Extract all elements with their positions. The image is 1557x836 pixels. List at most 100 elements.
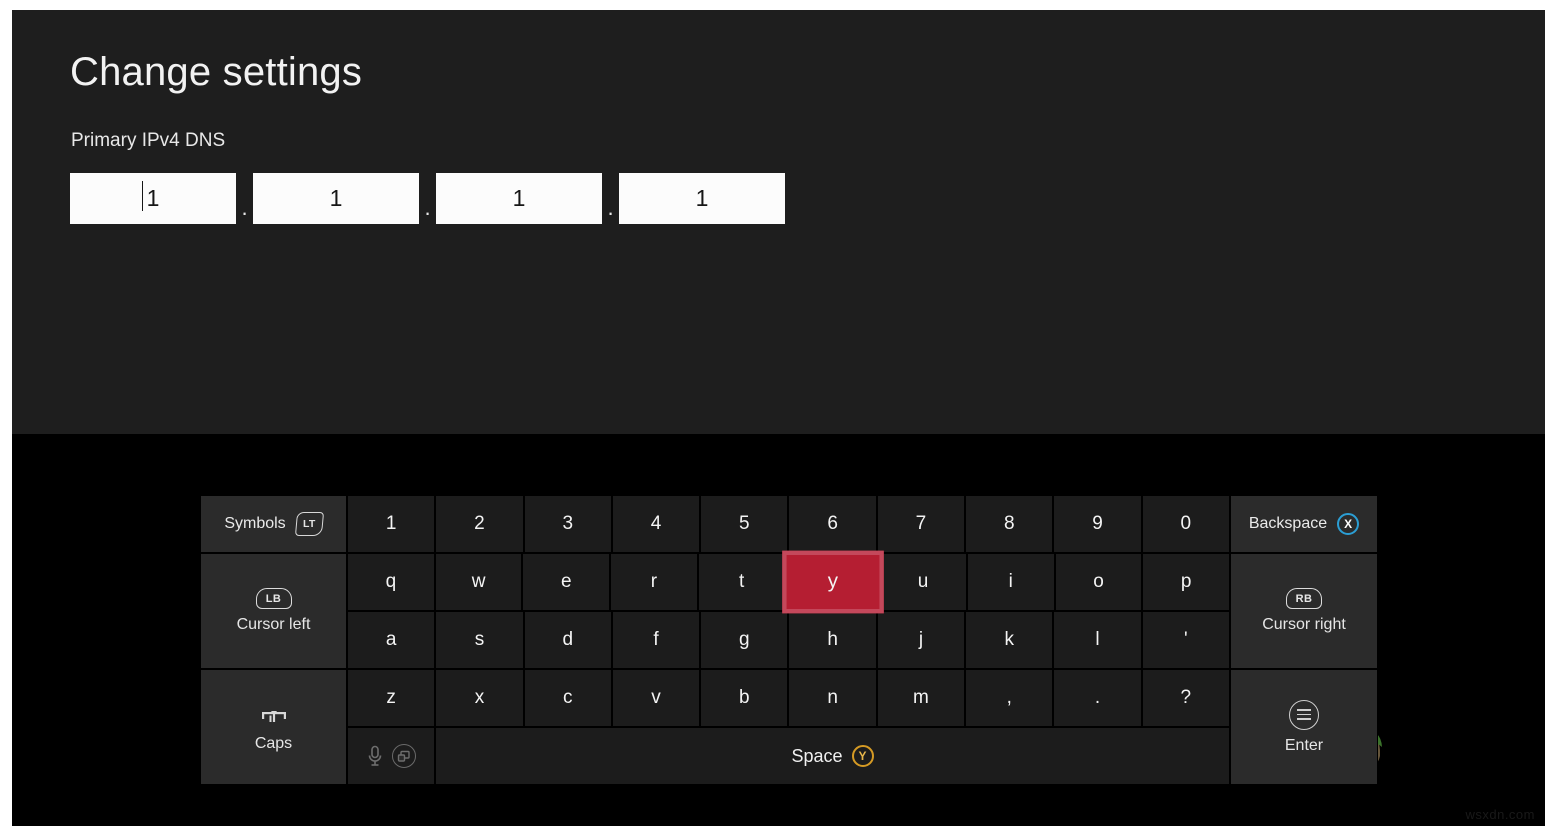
keyboard-right-column: Backspace X RB Cursor right Enter [1230,495,1378,785]
right-bumper-icon: RB [1286,588,1322,609]
caps-lock-icon [261,702,286,722]
key-z[interactable]: z [347,669,436,727]
ipv4-separator-2: . [424,194,431,220]
dictation-key[interactable] [347,727,435,785]
key-q[interactable]: q [347,553,435,611]
key-3[interactable]: 3 [523,495,612,553]
change-settings-panel: Change settings Primary IPv4 DNS 1 . 1 .… [12,10,1545,434]
key-7[interactable]: 7 [876,495,966,553]
virtual-keyboard-region: wsxdn.com Symbols LT LB Cursor left Caps… [12,434,1545,826]
view-button-glyph [397,750,410,762]
y-button-glyph: Y [858,749,867,763]
key-y[interactable]: y [781,550,883,614]
caps-label: Caps [254,734,293,752]
ipv4-octet-value-1: 1 [141,181,160,211]
enter-label: Enter [1284,736,1324,754]
keyboard-left-column: Symbols LT LB Cursor left Caps [200,495,347,785]
key-v[interactable]: v [611,669,701,727]
symbols-label: Symbols [224,515,286,532]
xbox-settings-screen: Change settings Primary IPv4 DNS 1 . 1 .… [0,0,1557,836]
key-question[interactable]: ? [1141,669,1230,727]
view-button-icon [391,744,416,768]
key-9[interactable]: 9 [1053,495,1142,553]
key-8[interactable]: 8 [965,495,1054,553]
caps-key[interactable]: Caps [200,669,347,785]
keyboard-row-numbers: 1 2 3 4 5 6 7 8 9 0 [347,495,1230,553]
key-a[interactable]: a [347,611,436,669]
enter-key[interactable]: Enter [1230,669,1378,785]
key-s[interactable]: s [435,611,524,669]
ipv4-octet-input-2[interactable]: 1 [253,173,419,224]
key-h[interactable]: h [788,611,877,669]
on-screen-keyboard: Symbols LT LB Cursor left Caps 1 2 3 4 5… [200,495,1378,785]
page-title: Change settings [70,50,363,94]
left-trigger-glyph: LT [302,518,316,530]
space-label: Space [791,745,843,766]
key-d[interactable]: d [523,611,612,669]
ipv4-separator-1: . [241,194,248,220]
cursor-right-key[interactable]: RB Cursor right [1230,553,1378,669]
key-b[interactable]: b [700,669,789,727]
key-x[interactable]: x [435,669,524,727]
key-0[interactable]: 0 [1141,495,1230,553]
key-j[interactable]: j [876,611,966,669]
key-g[interactable]: g [700,611,789,669]
key-k[interactable]: k [965,611,1054,669]
primary-ipv4-dns-label: Primary IPv4 DNS [71,130,226,151]
keyboard-row-qwerty: q w e r t y u i o p [347,550,1231,614]
symbols-key[interactable]: Symbols LT [200,495,347,553]
x-button-icon: X [1337,513,1360,535]
ipv4-octet-input-1[interactable]: 1 [70,173,236,224]
keyboard-center-column: 1 2 3 4 5 6 7 8 9 0 q w e r t y u i o p … [347,495,1231,785]
cursor-right-label: Cursor right [1262,616,1346,633]
cursor-left-key[interactable]: LB Cursor left [200,553,347,669]
key-u[interactable]: u [879,553,967,611]
key-comma[interactable]: , [965,669,1054,727]
ipv4-octet-input-3[interactable]: 1 [436,173,602,224]
key-n[interactable]: n [788,669,877,727]
keyboard-row-home: a s d f g h j k l ' [347,611,1230,669]
key-r[interactable]: r [610,553,698,611]
key-4[interactable]: 4 [611,495,701,553]
left-bumper-icon: LB [255,588,292,609]
key-c[interactable]: c [523,669,612,727]
key-e[interactable]: e [522,553,611,611]
site-watermark: wsxdn.com [1465,807,1535,822]
ipv4-octet-value-3: 1 [512,185,526,211]
y-button-icon: Y [851,745,874,767]
key-m[interactable]: m [876,669,966,727]
key-o[interactable]: o [1054,553,1143,611]
menu-line-3 [1297,718,1311,721]
ipv4-octet-value-2: 1 [329,185,343,211]
key-period[interactable]: . [1053,669,1142,727]
key-p[interactable]: p [1142,553,1231,611]
microphone-icon [368,745,381,766]
backspace-label: Backspace [1248,515,1328,532]
ipv4-octet-value-4: 1 [695,185,709,211]
key-w[interactable]: w [434,553,523,611]
left-bumper-glyph: LB [265,592,282,605]
key-i[interactable]: i [966,553,1055,611]
x-button-glyph: X [1344,517,1353,531]
key-t[interactable]: t [697,553,786,611]
key-apostrophe[interactable]: ' [1141,611,1230,669]
ipv4-octet-input-4[interactable]: 1 [619,173,785,224]
key-6[interactable]: 6 [788,495,877,553]
keyboard-row-bottom: z x c v b n m , . ? [347,669,1230,727]
cursor-left-label: Cursor left [236,616,311,633]
menu-line-1 [1297,708,1311,711]
key-l[interactable]: l [1053,611,1142,669]
key-2[interactable]: 2 [435,495,524,553]
menu-line-2 [1297,713,1311,716]
right-bumper-glyph: RB [1295,592,1313,605]
key-5[interactable]: 5 [700,495,789,553]
ipv4-separator-3: . [607,194,614,220]
key-f[interactable]: f [611,611,701,669]
keyboard-row-space: Space Y [347,727,1230,785]
backspace-key[interactable]: Backspace X [1230,495,1378,553]
left-trigger-icon: LT [294,512,324,536]
space-key[interactable]: Space Y [435,727,1230,785]
key-1[interactable]: 1 [347,495,436,553]
menu-button-icon [1289,699,1319,730]
ipv4-octet-row: 1 . 1 . 1 . 1 [70,173,785,224]
